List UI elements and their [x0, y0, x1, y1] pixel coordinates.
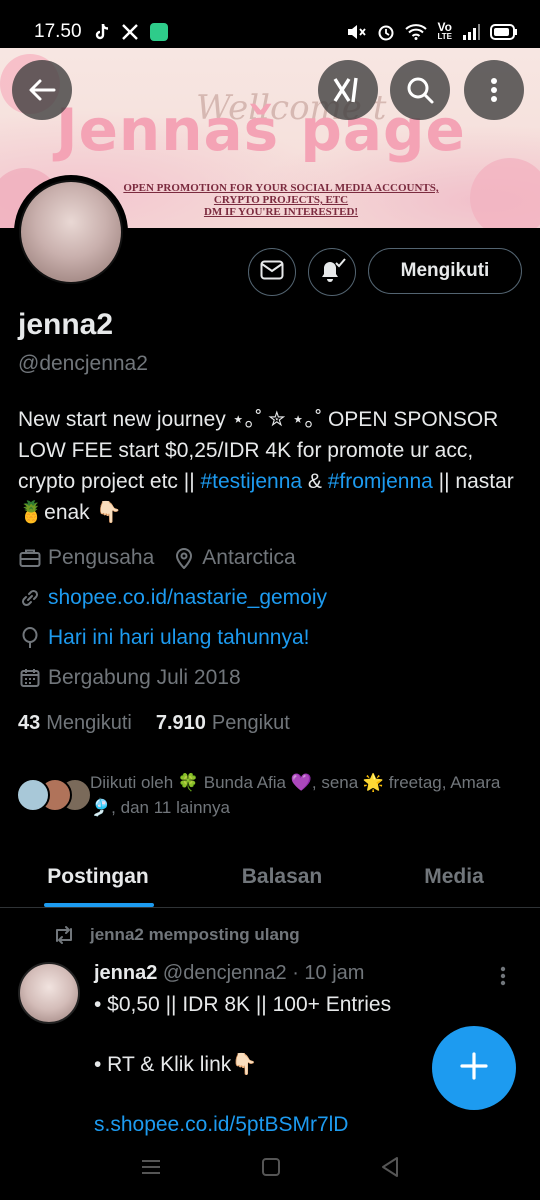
- calendar-icon: [18, 666, 42, 690]
- location-icon: [172, 546, 196, 570]
- profile-tabs: Postingan Balasan Media: [0, 846, 540, 908]
- search-icon: [405, 75, 435, 105]
- following-button[interactable]: Mengikuti: [368, 248, 522, 294]
- grok-icon: [332, 76, 364, 104]
- repost-icon: [52, 925, 76, 945]
- grok-button[interactable]: [318, 60, 378, 120]
- signal-icon: [462, 24, 480, 40]
- mute-icon: [345, 23, 367, 41]
- avatar-image: [19, 180, 123, 284]
- more-icon: [490, 77, 498, 103]
- tweet-link[interactable]: s.shopee.co.id/5ptBSMr7lD: [94, 1110, 514, 1140]
- plus-icon: [459, 1051, 489, 1086]
- bell-check-icon: [318, 257, 346, 288]
- briefcase-icon: [18, 546, 42, 570]
- meta-birthday: Hari ini hari ulang tahunnya!: [18, 626, 310, 650]
- tiktok-icon: [94, 23, 110, 41]
- meta-profession-location: Pengusaha Antarctica: [18, 546, 296, 570]
- bio: New start new journey ⋆｡˚ ✮ ⋆｡˚ OPEN SPO…: [18, 408, 514, 524]
- more-vertical-icon: [500, 966, 506, 990]
- tab-media[interactable]: Media: [368, 846, 540, 907]
- profession: Pengusaha: [48, 546, 155, 569]
- tab-balasan[interactable]: Balasan: [196, 846, 368, 907]
- app-icon: [149, 23, 168, 41]
- display-name: jenna2: [18, 308, 114, 341]
- more-button[interactable]: [464, 60, 524, 120]
- link-icon: [18, 586, 42, 610]
- tweet-more-button[interactable]: [500, 966, 506, 991]
- back-icon: [28, 78, 56, 102]
- tweet-header: jenna2 @dencjenna2 · 10 jam: [94, 962, 364, 985]
- banner-promo: OPEN PROMOTION FOR YOUR SOCIAL MEDIA ACC…: [123, 182, 439, 218]
- joined-date: Bergabung Juli 2018: [48, 666, 241, 689]
- repost-indicator: jenna2 memposting ulang: [52, 925, 300, 945]
- balloon-icon: [18, 626, 42, 650]
- volte-icon: Vo LTE: [437, 20, 452, 41]
- hashtag-fromjenna[interactable]: #fromjenna: [328, 470, 433, 493]
- alarm-icon: [377, 23, 395, 41]
- tweet-author-name[interactable]: jenna2: [94, 962, 157, 984]
- location: Antarctica: [202, 546, 296, 569]
- following-link[interactable]: 43 Mengikuti: [18, 712, 132, 735]
- tweet-author-avatar[interactable]: [18, 962, 80, 1024]
- followed-by-avatars: [14, 770, 92, 812]
- back-nav-icon[interactable]: [380, 1156, 400, 1183]
- compose-button[interactable]: [432, 1026, 516, 1110]
- home-icon[interactable]: [261, 1157, 281, 1182]
- profile-avatar[interactable]: [14, 175, 128, 289]
- meta-website: shopee.co.id/nastarie_gemoiy: [18, 586, 327, 610]
- mail-icon: [260, 260, 284, 285]
- notifications-button[interactable]: [308, 248, 356, 296]
- recents-icon[interactable]: [140, 1158, 162, 1181]
- birthday-text[interactable]: Hari ini hari ulang tahunnya!: [48, 626, 310, 650]
- x-icon: [121, 24, 138, 40]
- tweet-author-handle-time: @dencjenna2 · 10 jam: [162, 962, 365, 984]
- status-time: 17.50: [34, 21, 82, 42]
- avatar: [16, 778, 50, 812]
- back-button[interactable]: [12, 60, 72, 120]
- battery-icon: [490, 24, 518, 40]
- wifi-icon: [405, 24, 428, 40]
- repost-label: jenna2 memposting ulang: [90, 925, 300, 944]
- followers-link[interactable]: 7.910 Pengikut: [156, 712, 290, 735]
- message-button[interactable]: [248, 248, 296, 296]
- meta-joined: Bergabung Juli 2018: [18, 666, 241, 690]
- hashtag-testijenna[interactable]: #testijenna: [200, 470, 302, 493]
- followed-by-text: Diikuti oleh 🍀 Bunda Afia 💜, sena 🌟 free…: [90, 773, 501, 817]
- follow-counts: 43 Mengikuti 7.910 Pengikut: [18, 712, 290, 735]
- handle: @dencjenna2: [18, 352, 148, 375]
- website-link[interactable]: shopee.co.id/nastarie_gemoiy: [48, 586, 327, 610]
- tab-postingan[interactable]: Postingan: [0, 846, 196, 907]
- search-button[interactable]: [390, 60, 450, 120]
- system-nav-bar: [0, 1138, 540, 1200]
- followed-by[interactable]: Diikuti oleh 🍀 Bunda Afia 💜, sena 🌟 free…: [14, 770, 526, 820]
